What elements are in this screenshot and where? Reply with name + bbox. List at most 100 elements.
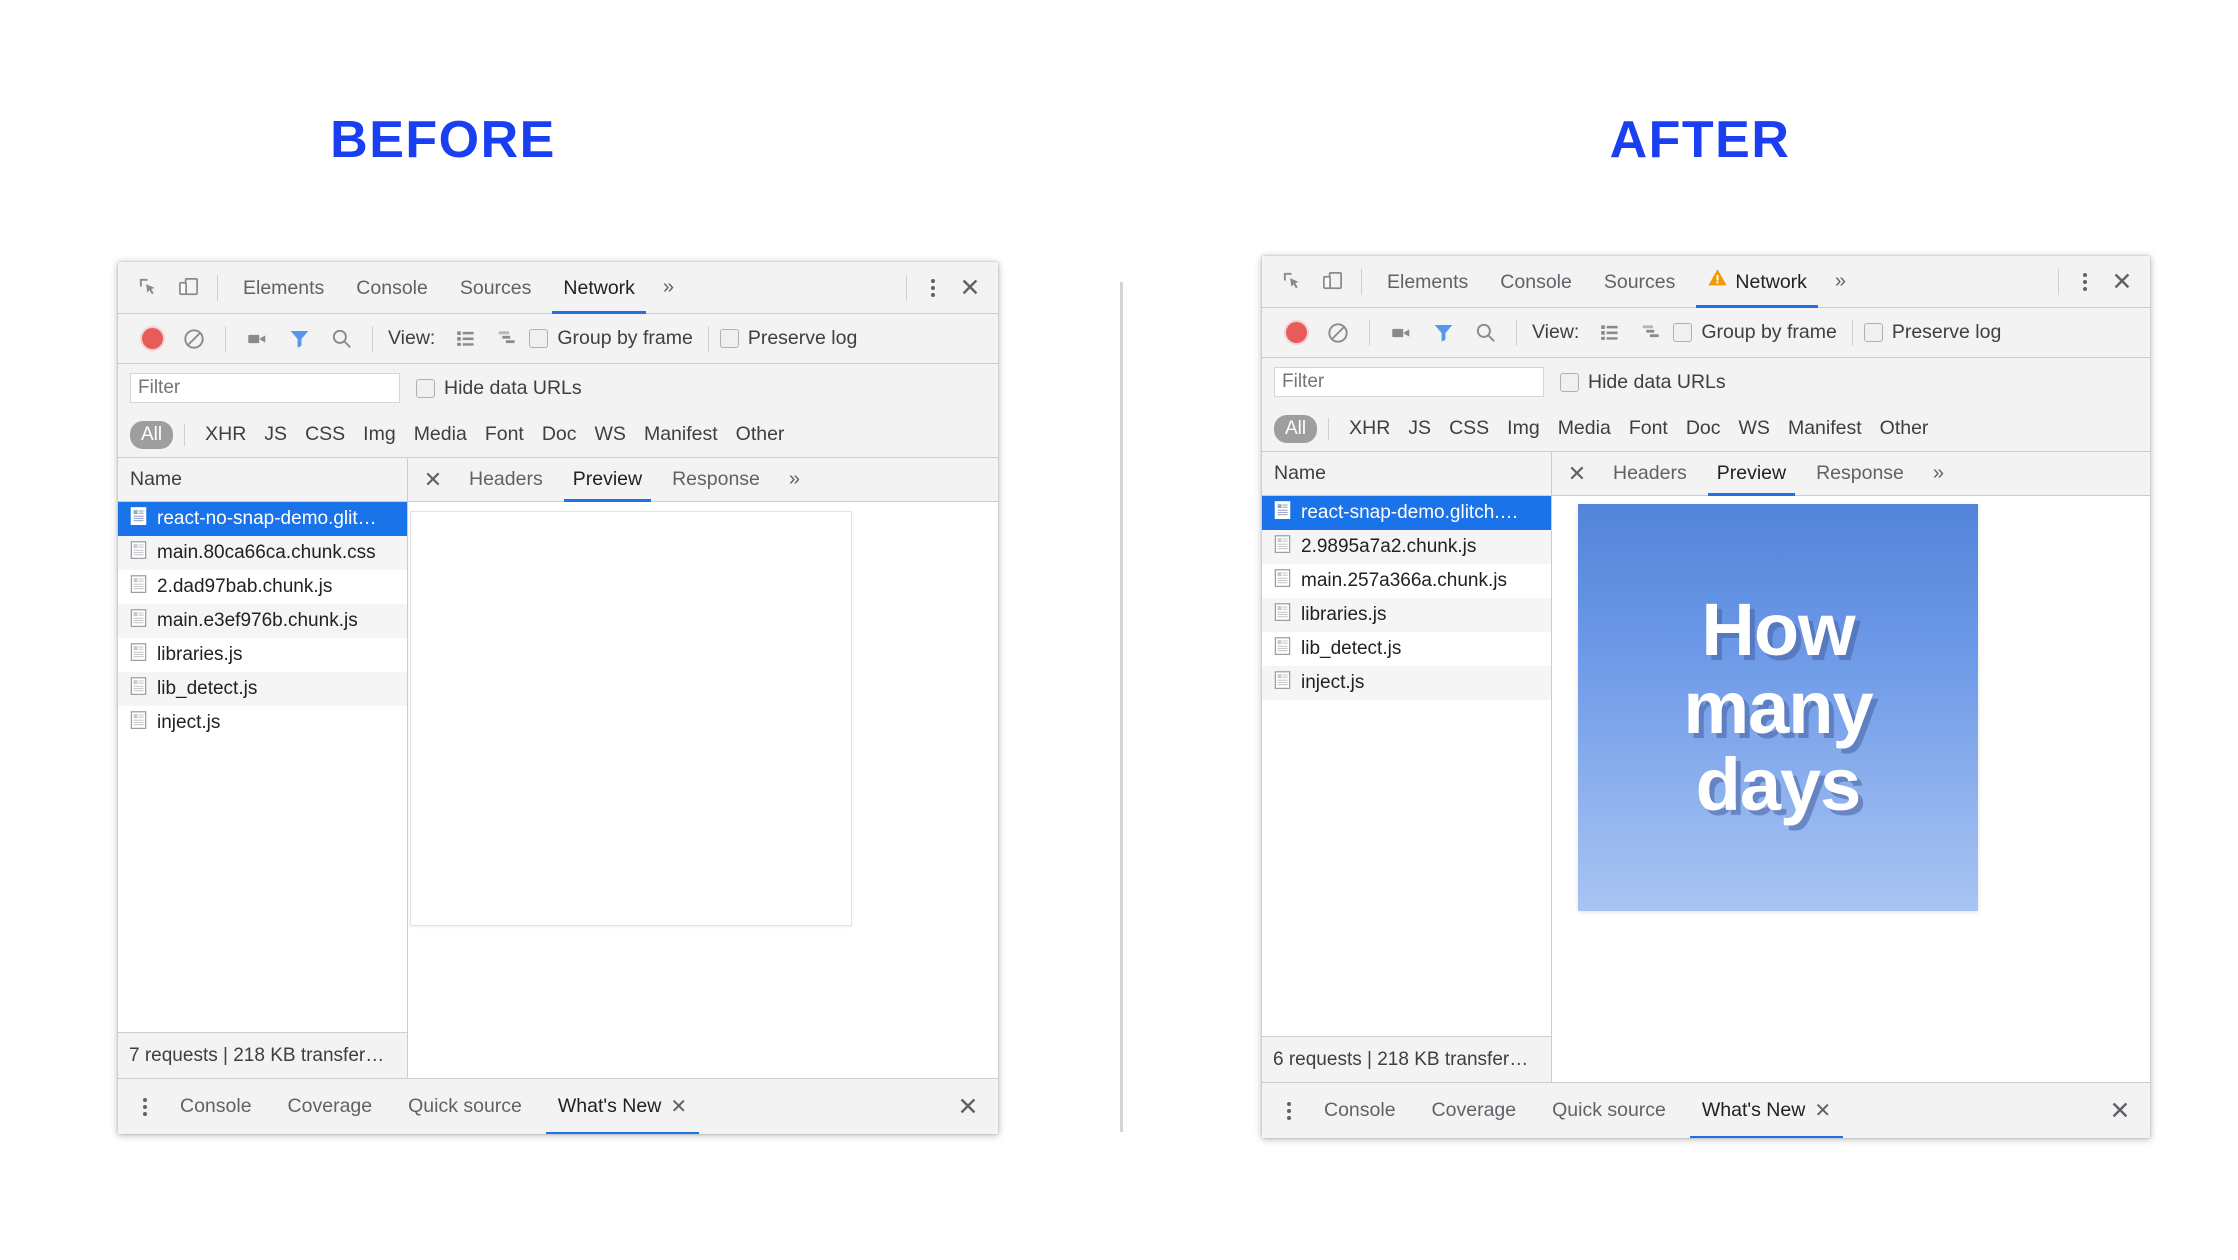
- checkbox-box[interactable]: [529, 329, 549, 348]
- clear-icon[interactable]: [1318, 314, 1358, 352]
- request-row[interactable]: 2.9895a7a2.chunk.js: [1262, 530, 1551, 564]
- type-filter-all[interactable]: All: [1274, 414, 1318, 443]
- more-options-icon[interactable]: [2068, 263, 2102, 301]
- search-icon[interactable]: [321, 320, 361, 358]
- request-row[interactable]: react-snap-demo.glitch.…: [1262, 496, 1551, 530]
- screenshot-capture-icon[interactable]: [237, 320, 277, 358]
- type-filter-js[interactable]: JS: [1399, 417, 1440, 440]
- group-by-frame-checkbox[interactable]: Group by frame: [1673, 321, 1837, 344]
- hide-data-urls-checkbox[interactable]: Hide data URLs: [416, 377, 582, 400]
- tab-elements[interactable]: Elements: [1371, 256, 1484, 308]
- type-filter-css[interactable]: CSS: [1440, 417, 1498, 440]
- inspect-element-icon[interactable]: [128, 269, 168, 307]
- record-icon[interactable]: [1276, 314, 1316, 352]
- checkbox-box[interactable]: [1673, 323, 1693, 342]
- type-filter-ws[interactable]: WS: [586, 423, 635, 446]
- drawer-tab-coverage[interactable]: Coverage: [270, 1079, 391, 1135]
- type-filter-manifest[interactable]: Manifest: [635, 423, 727, 446]
- drawer-tab-close-icon[interactable]: ✕: [1814, 1098, 1831, 1123]
- type-filter-doc[interactable]: Doc: [533, 423, 586, 446]
- search-icon[interactable]: [1465, 314, 1505, 352]
- type-filter-other[interactable]: Other: [727, 423, 794, 446]
- detail-close-icon[interactable]: ✕: [412, 458, 454, 502]
- checkbox-box[interactable]: [1560, 372, 1579, 392]
- record-icon[interactable]: [132, 320, 172, 358]
- detail-tab-headers[interactable]: Headers: [454, 458, 558, 502]
- type-filter-ws[interactable]: WS: [1730, 417, 1779, 440]
- type-filter-manifest[interactable]: Manifest: [1779, 417, 1871, 440]
- tab-network[interactable]: Network: [1691, 256, 1823, 308]
- view-list-icon[interactable]: [445, 320, 485, 358]
- drawer-tab-console[interactable]: Console: [1306, 1083, 1414, 1139]
- drawer-close-icon[interactable]: ✕: [2100, 1091, 2140, 1131]
- drawer-more-options-icon[interactable]: [128, 1088, 162, 1126]
- type-filter-doc[interactable]: Doc: [1677, 417, 1730, 440]
- close-icon[interactable]: ✕: [950, 268, 990, 308]
- device-toolbar-icon[interactable]: [168, 269, 208, 307]
- tab-overflow-icon[interactable]: »: [651, 276, 686, 299]
- preserve-log-checkbox[interactable]: Preserve log: [1863, 321, 2001, 344]
- request-list[interactable]: react-no-snap-demo.glit… main.80ca66ca.ch…: [118, 502, 407, 1032]
- type-filter-all[interactable]: All: [130, 420, 174, 449]
- tab-console[interactable]: Console: [1484, 256, 1588, 308]
- filter-funnel-icon[interactable]: [1423, 314, 1463, 352]
- request-row[interactable]: lib_detect.js: [118, 672, 407, 706]
- detail-tab-preview[interactable]: Preview: [1702, 452, 1801, 496]
- group-by-frame-checkbox[interactable]: Group by frame: [529, 327, 693, 350]
- detail-tab-preview[interactable]: Preview: [558, 458, 657, 502]
- drawer-tab-what-s-new[interactable]: What's New ✕: [540, 1079, 705, 1134]
- request-row[interactable]: main.e3ef976b.chunk.js: [118, 604, 407, 638]
- request-row[interactable]: 2.dad97bab.chunk.js: [118, 570, 407, 604]
- hide-data-urls-checkbox[interactable]: Hide data URLs: [1560, 371, 1726, 394]
- request-row[interactable]: inject.js: [118, 706, 407, 740]
- checkbox-box[interactable]: [1863, 323, 1883, 342]
- preserve-log-checkbox[interactable]: Preserve log: [719, 327, 857, 350]
- type-filter-xhr[interactable]: XHR: [196, 423, 255, 446]
- view-list-icon[interactable]: [1589, 314, 1629, 352]
- request-row[interactable]: libraries.js: [1262, 598, 1551, 632]
- more-options-icon[interactable]: [916, 269, 950, 307]
- request-row[interactable]: inject.js: [1262, 666, 1551, 700]
- clear-icon[interactable]: [174, 320, 214, 358]
- device-toolbar-icon[interactable]: [1312, 263, 1352, 301]
- type-filter-media[interactable]: Media: [1549, 417, 1620, 440]
- tab-overflow-icon[interactable]: »: [1823, 270, 1858, 293]
- request-row[interactable]: libraries.js: [118, 638, 407, 672]
- detail-tab-headers[interactable]: Headers: [1598, 452, 1702, 496]
- request-row[interactable]: lib_detect.js: [1262, 632, 1551, 666]
- request-name-column-header[interactable]: Name: [118, 458, 407, 502]
- type-filter-font[interactable]: Font: [476, 423, 533, 446]
- drawer-tab-console[interactable]: Console: [162, 1079, 270, 1135]
- drawer-tab-quick-source[interactable]: Quick source: [1534, 1083, 1684, 1139]
- close-icon[interactable]: ✕: [2102, 262, 2142, 302]
- filter-funnel-icon[interactable]: [279, 320, 319, 358]
- filter-input[interactable]: [1274, 367, 1544, 397]
- tab-sources[interactable]: Sources: [444, 262, 548, 314]
- detail-tab-overflow-icon[interactable]: »: [775, 468, 814, 491]
- tab-elements[interactable]: Elements: [227, 262, 340, 314]
- filter-input[interactable]: [130, 373, 400, 403]
- drawer-more-options-icon[interactable]: [1272, 1092, 1306, 1130]
- type-filter-css[interactable]: CSS: [296, 423, 354, 446]
- inspect-element-icon[interactable]: [1272, 263, 1312, 301]
- view-waterfall-icon[interactable]: [1631, 314, 1671, 352]
- type-filter-other[interactable]: Other: [1871, 417, 1938, 440]
- drawer-tab-what-s-new[interactable]: What's New ✕: [1684, 1083, 1849, 1138]
- checkbox-box[interactable]: [719, 329, 739, 348]
- request-row[interactable]: react-no-snap-demo.glit…: [118, 502, 407, 536]
- screenshot-capture-icon[interactable]: [1381, 314, 1421, 352]
- drawer-close-icon[interactable]: ✕: [948, 1087, 988, 1127]
- drawer-tab-quick-source[interactable]: Quick source: [390, 1079, 540, 1135]
- detail-tab-response[interactable]: Response: [657, 458, 775, 502]
- checkbox-box[interactable]: [416, 378, 435, 398]
- tab-console[interactable]: Console: [340, 262, 444, 314]
- request-list[interactable]: react-snap-demo.glitch.… 2.9895a7a2.chunk…: [1262, 496, 1551, 1036]
- request-name-column-header[interactable]: Name: [1262, 452, 1551, 496]
- type-filter-media[interactable]: Media: [405, 423, 476, 446]
- type-filter-font[interactable]: Font: [1620, 417, 1677, 440]
- drawer-tab-coverage[interactable]: Coverage: [1414, 1083, 1535, 1139]
- detail-tab-overflow-icon[interactable]: »: [1919, 462, 1958, 485]
- type-filter-img[interactable]: Img: [354, 423, 405, 446]
- type-filter-img[interactable]: Img: [1498, 417, 1549, 440]
- tab-network[interactable]: Network: [547, 262, 651, 314]
